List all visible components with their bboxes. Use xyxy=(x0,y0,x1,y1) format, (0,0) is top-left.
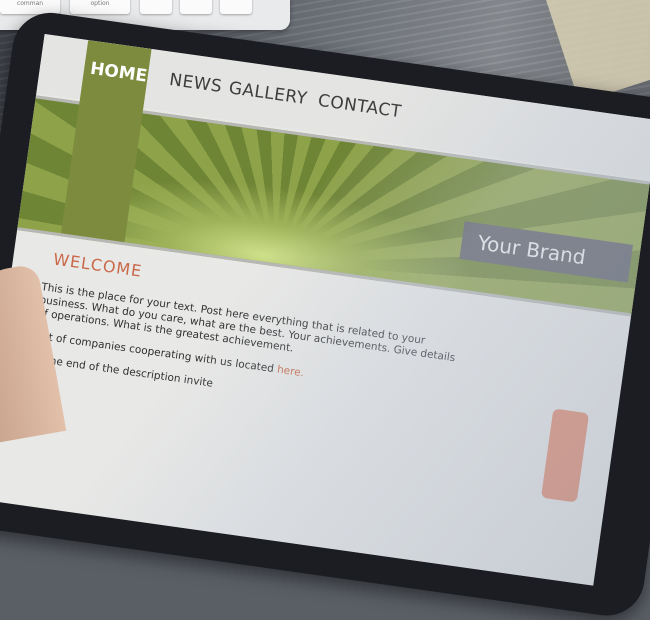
tablet: NEWS GALLERY CONTACT Your Brand HOME WEL… xyxy=(0,8,650,620)
nav-home-label: HOME xyxy=(88,58,149,87)
welcome-heading: WELCOME xyxy=(52,249,144,281)
nav-gallery[interactable]: GALLERY xyxy=(228,78,309,109)
nav-news[interactable]: NEWS xyxy=(168,70,223,97)
tablet-screen: NEWS GALLERY CONTACT Your Brand HOME WEL… xyxy=(0,33,650,586)
key xyxy=(220,0,252,14)
nav-contact[interactable]: CONTACT xyxy=(317,91,403,123)
key xyxy=(180,0,212,14)
brand-banner: Your Brand xyxy=(459,221,634,283)
key-option: option xyxy=(70,0,130,14)
here-link[interactable]: here. xyxy=(276,364,304,380)
side-badge xyxy=(540,408,590,503)
key xyxy=(140,0,172,14)
content-text: This is the place for your text. Post he… xyxy=(29,281,458,434)
